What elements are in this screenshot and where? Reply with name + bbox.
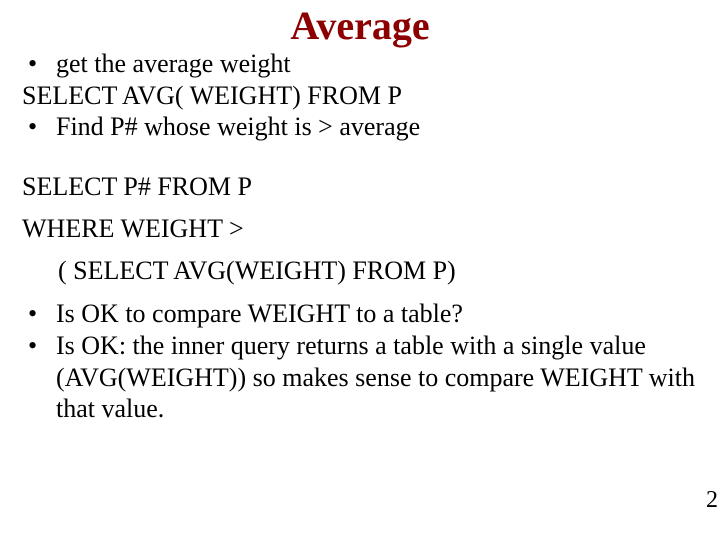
code-line: SELECT AVG( WEIGHT) FROM P: [22, 80, 698, 112]
bullet-item: • get the average weight: [22, 48, 698, 80]
bullet-text: Is OK: the inner query returns a table w…: [56, 330, 698, 425]
bullet-text: Is OK to compare WEIGHT to a table?: [56, 298, 698, 330]
bullet-text: get the average weight: [56, 48, 698, 80]
spacer: [22, 245, 698, 255]
spacer: [22, 286, 698, 298]
page-number: 2: [706, 487, 718, 514]
slide-title: Average: [0, 0, 720, 48]
bullet-dot: •: [22, 48, 56, 80]
slide-body: • get the average weight SELECT AVG( WEI…: [0, 48, 720, 425]
bullet-dot: •: [22, 111, 56, 143]
bullet-text: Find P# whose weight is > average: [56, 111, 698, 143]
code-line: WHERE WEIGHT >: [22, 213, 698, 245]
code-line-indent: ( SELECT AVG(WEIGHT) FROM P): [22, 255, 698, 287]
code-line: SELECT P# FROM P: [22, 171, 698, 203]
bullet-dot: •: [22, 330, 56, 425]
bullet-item: • Is OK to compare WEIGHT to a table?: [22, 298, 698, 330]
bullet-item: • Is OK: the inner query returns a table…: [22, 330, 698, 425]
slide: Average • get the average weight SELECT …: [0, 0, 720, 540]
bullet-dot: •: [22, 298, 56, 330]
spacer: [22, 143, 698, 171]
spacer: [22, 203, 698, 213]
bullet-item: • Find P# whose weight is > average: [22, 111, 698, 143]
